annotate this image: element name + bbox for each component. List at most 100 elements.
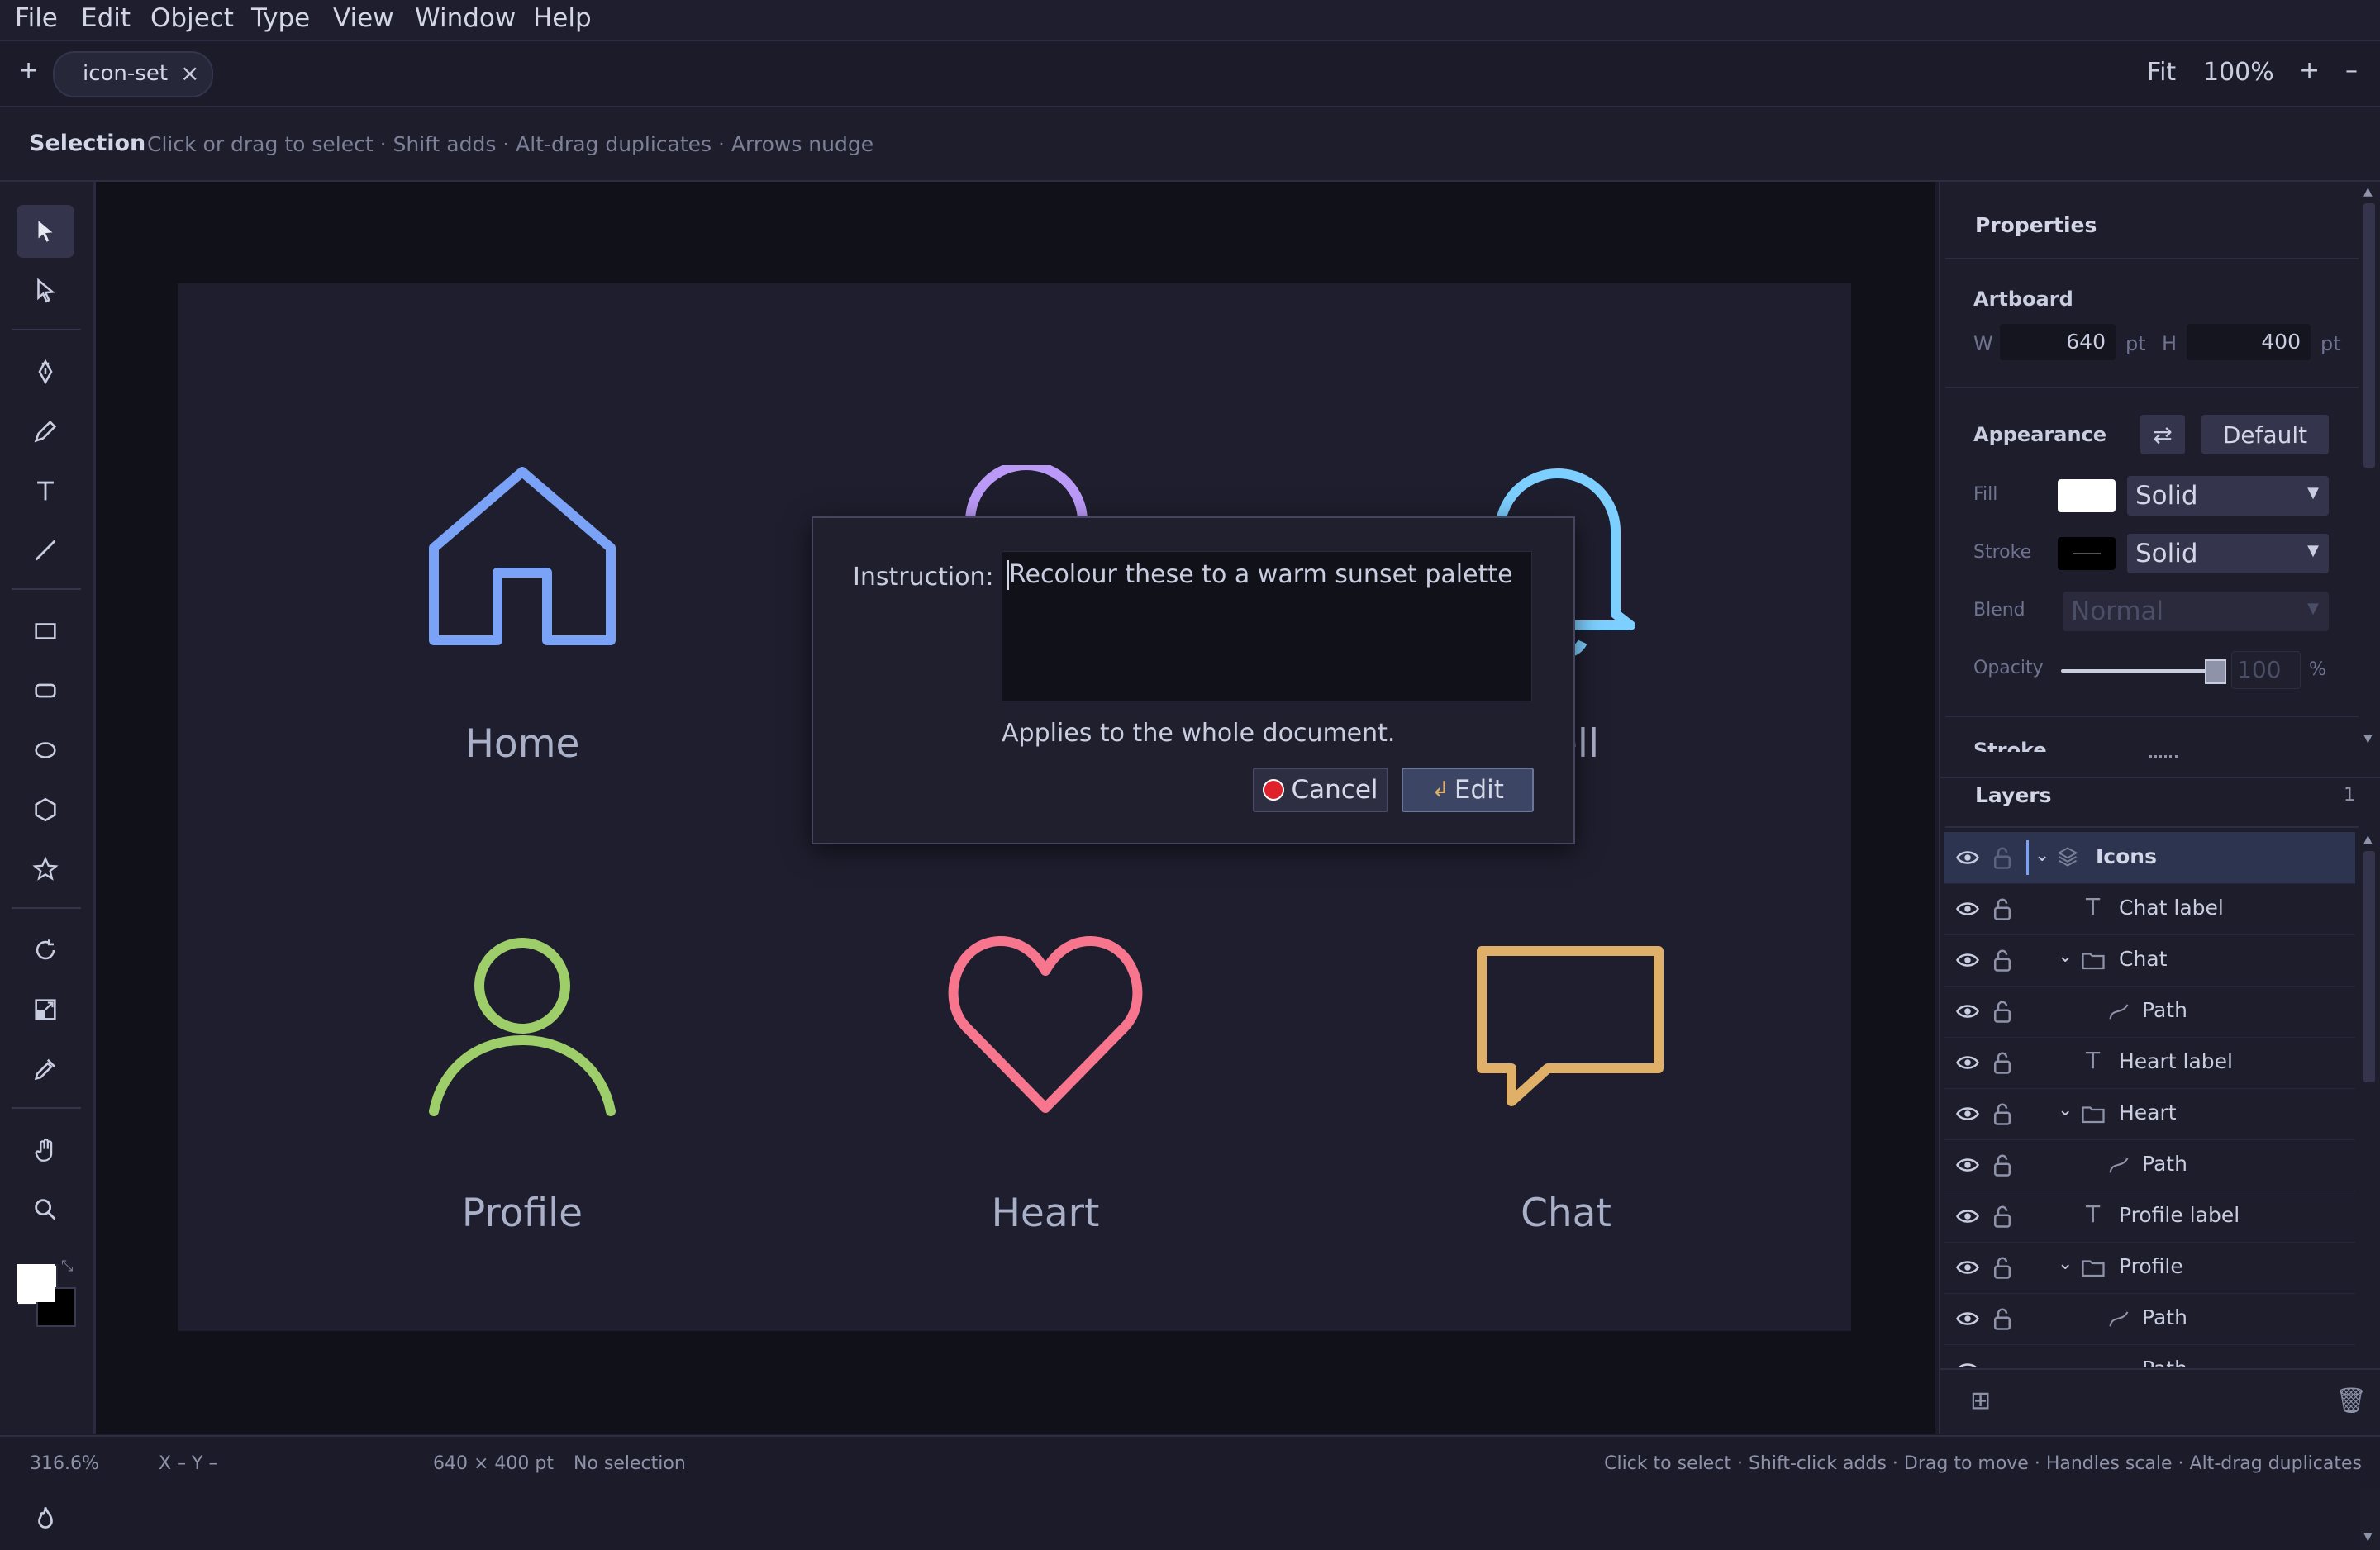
direct-select-tool[interactable]: [17, 264, 74, 317]
layer-row-heart[interactable]: ⌄ Heart: [1944, 1088, 2355, 1140]
polygon-tool[interactable]: [17, 783, 74, 836]
layer-row-chat-path[interactable]: Path: [1944, 986, 2355, 1038]
ellipse-tool[interactable]: [17, 724, 74, 777]
layer-row-heart-label[interactable]: T Heart label: [1944, 1037, 2355, 1089]
unlock-icon[interactable]: [1992, 999, 2013, 1024]
scroll-up-icon[interactable]: ▲: [2363, 185, 2373, 198]
menu-file[interactable]: File: [15, 3, 58, 33]
opacity-input[interactable]: 100: [2231, 651, 2301, 689]
menu-window[interactable]: Window: [415, 3, 516, 33]
heart-label[interactable]: Heart: [880, 1191, 1211, 1236]
line-tool[interactable]: [17, 524, 74, 577]
scroll-down-icon[interactable]: ▼: [2363, 1530, 2373, 1543]
zoom-out-button[interactable]: –: [2345, 56, 2358, 85]
chevron-down-icon[interactable]: ⌄: [2058, 946, 2073, 967]
splitter-handle[interactable]: [2149, 755, 2178, 761]
layer-row-partial[interactable]: Path: [1944, 1344, 2355, 1367]
zoom-fit-button[interactable]: Fit: [2147, 58, 2176, 87]
pen-tool[interactable]: [17, 345, 74, 398]
unlock-icon[interactable]: [1992, 1255, 2013, 1280]
unlock-icon[interactable]: [1992, 948, 2013, 972]
zoom-tool[interactable]: [17, 1183, 74, 1236]
swap-colors-icon[interactable]: ⤡: [61, 1258, 73, 1275]
tab-close-button[interactable]: ×: [180, 59, 199, 87]
layer-row-profile-path[interactable]: Path: [1944, 1293, 2355, 1345]
hand-tool[interactable]: [17, 1124, 74, 1177]
edit-button[interactable]: ↲ Edit: [1402, 768, 1534, 812]
eye-icon[interactable]: [1955, 1103, 1980, 1124]
new-tab-button[interactable]: +: [18, 56, 39, 85]
chevron-down-icon[interactable]: ⌄: [2035, 845, 2049, 866]
unlock-icon[interactable]: [1992, 896, 2013, 921]
eye-icon[interactable]: [1955, 1308, 1980, 1329]
opacity-slider-track[interactable]: [2061, 669, 2215, 673]
default-button[interactable]: Default: [2202, 415, 2329, 454]
width-input[interactable]: 640: [2000, 324, 2116, 360]
cancel-button[interactable]: Cancel: [1253, 768, 1388, 812]
profile-label[interactable]: Profile: [357, 1191, 688, 1236]
blend-select[interactable]: Normal ▼: [2063, 592, 2329, 631]
stroke-section-header[interactable]: Stroke: [1945, 735, 2359, 752]
chat-label[interactable]: Chat: [1401, 1191, 1731, 1236]
layer-row-profile[interactable]: ⌄ Profile: [1944, 1242, 2355, 1294]
layer-row-profile-label[interactable]: T Profile label: [1944, 1191, 2355, 1243]
menu-view[interactable]: View: [333, 3, 394, 33]
select-tool[interactable]: [17, 205, 74, 258]
eye-icon[interactable]: [1955, 1001, 1980, 1022]
pencil-tool[interactable]: [17, 405, 74, 458]
type-tool[interactable]: [17, 464, 74, 517]
unlock-icon[interactable]: [1992, 1153, 2013, 1177]
profile-icon[interactable]: [427, 936, 617, 1118]
menu-object[interactable]: Object: [150, 3, 234, 33]
menu-help[interactable]: Help: [533, 3, 592, 33]
eye-icon[interactable]: [1955, 1359, 1980, 1367]
chevron-down-icon[interactable]: ⌄: [2058, 1253, 2073, 1274]
chevron-down-icon[interactable]: ⌄: [2058, 1100, 2073, 1120]
tab-icon-set[interactable]: icon-set ×: [53, 51, 213, 97]
scroll-thumb[interactable]: [2363, 203, 2375, 468]
scroll-thumb[interactable]: [2363, 851, 2375, 1082]
eye-icon[interactable]: [1955, 847, 1980, 868]
star-tool[interactable]: [17, 843, 74, 896]
eye-icon[interactable]: [1955, 1257, 1980, 1278]
scale-tool[interactable]: [17, 983, 74, 1036]
eye-icon[interactable]: [1955, 1154, 1980, 1176]
rectangle-tool[interactable]: [17, 605, 74, 658]
add-layer-button[interactable]: ⊞: [1970, 1386, 1991, 1415]
burn-tool[interactable]: [17, 1492, 74, 1545]
layer-row-chat-label[interactable]: T Chat label: [1944, 883, 2355, 935]
swap-button[interactable]: ⇄: [2140, 415, 2185, 454]
instruction-textarea[interactable]: Recolour these to a warm sunset palette: [1002, 551, 1532, 701]
menu-edit[interactable]: Edit: [81, 3, 131, 33]
unlock-icon[interactable]: [1992, 1101, 2013, 1126]
height-input[interactable]: 400: [2187, 324, 2311, 360]
layer-row-icons[interactable]: ⌄ Icons: [1944, 832, 2355, 884]
fill-color-swatch[interactable]: [2058, 479, 2116, 512]
heart-icon[interactable]: [946, 933, 1145, 1115]
fill-type-select[interactable]: Solid ▼: [2127, 476, 2329, 516]
home-label[interactable]: Home: [357, 721, 688, 767]
eye-icon[interactable]: [1955, 949, 1980, 971]
unlock-icon[interactable]: [1992, 845, 2013, 870]
chat-icon[interactable]: [1475, 944, 1665, 1110]
scroll-up-icon[interactable]: ▲: [2363, 833, 2373, 846]
stroke-type-select[interactable]: Solid ▼: [2127, 534, 2329, 573]
eye-icon[interactable]: [1955, 1205, 1980, 1227]
unlock-icon[interactable]: [1992, 1050, 2013, 1075]
rounded-rectangle-tool[interactable]: [17, 664, 74, 717]
properties-scrollbar[interactable]: ▲ ▼: [2360, 182, 2380, 752]
stroke-color-swatch[interactable]: [2058, 537, 2116, 570]
layer-row-heart-path[interactable]: Path: [1944, 1139, 2355, 1191]
rotate-tool[interactable]: [17, 924, 74, 977]
eyedropper-tool[interactable]: [17, 1043, 74, 1096]
menu-type[interactable]: Type: [251, 3, 310, 33]
home-icon[interactable]: [427, 465, 617, 647]
zoom-in-button[interactable]: +: [2299, 56, 2320, 85]
eye-icon[interactable]: [1955, 898, 1980, 920]
unlock-icon[interactable]: [1992, 1306, 2013, 1331]
opacity-slider-handle[interactable]: [2205, 659, 2226, 684]
scroll-down-icon[interactable]: ▼: [2363, 732, 2373, 745]
layer-row-chat[interactable]: ⌄ Chat: [1944, 934, 2355, 987]
unlock-icon[interactable]: [1992, 1204, 2013, 1229]
eye-icon[interactable]: [1955, 1052, 1980, 1073]
